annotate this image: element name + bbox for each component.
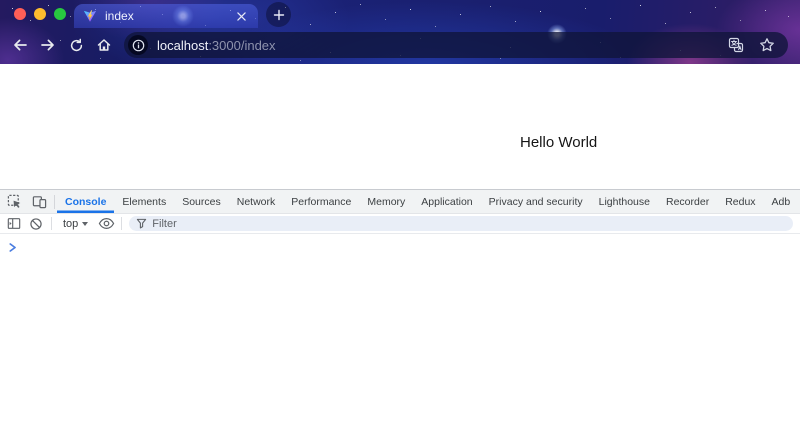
devtools-tabbar: Console Elements Sources Network Perform… [0, 190, 800, 214]
context-label: top [63, 218, 78, 230]
url-text: localhost:3000/index [157, 38, 276, 53]
url-host: localhost [157, 38, 208, 53]
devtools-tab-lighthouse[interactable]: Lighthouse [591, 190, 658, 213]
new-tab-button[interactable] [266, 2, 291, 27]
devtools-tab-redux[interactable]: Redux [717, 190, 763, 213]
devtools-tab-sources[interactable]: Sources [174, 190, 229, 213]
divider [54, 195, 55, 209]
address-bar[interactable]: localhost:3000/index [124, 32, 788, 58]
close-window-button[interactable] [14, 8, 26, 20]
console-sidebar-icon[interactable] [3, 215, 25, 233]
live-expression-eye-icon[interactable] [95, 215, 117, 233]
home-icon[interactable] [90, 31, 118, 59]
console-toolbar: top [0, 214, 800, 234]
tab-title: index [105, 9, 233, 23]
page-heading: Hello World [520, 134, 597, 151]
favicon-vite-icon [83, 9, 97, 23]
reload-icon[interactable] [62, 31, 90, 59]
devtools-tab-adblock[interactable]: Adb [764, 190, 799, 213]
console-output[interactable] [0, 234, 800, 421]
close-tab-icon[interactable] [233, 8, 249, 24]
bookmark-star-icon[interactable] [758, 36, 776, 54]
back-icon[interactable] [6, 31, 34, 59]
filter-funnel-icon [136, 218, 147, 229]
devtools-tab-memory[interactable]: Memory [359, 190, 413, 213]
site-info-icon[interactable] [128, 35, 148, 55]
inspect-element-icon[interactable] [2, 190, 27, 213]
divider [51, 217, 52, 230]
page-viewport: Hello World [0, 64, 800, 189]
browser-toolbar: localhost:3000/index [0, 28, 800, 64]
browser-window: index [0, 0, 800, 421]
devtools-tabs: Console Elements Sources Network Perform… [57, 190, 798, 213]
tab-strip: index [0, 0, 800, 28]
url-path: :3000/index [208, 38, 275, 53]
console-prompt-icon [9, 239, 17, 257]
translate-icon[interactable] [727, 36, 745, 54]
devtools-tab-elements[interactable]: Elements [114, 190, 174, 213]
console-filter-field[interactable] [129, 216, 793, 231]
devtools-tab-console[interactable]: Console [57, 190, 114, 213]
toggle-device-toolbar-icon[interactable] [27, 190, 52, 213]
devtools-tab-recorder[interactable]: Recorder [658, 190, 717, 213]
javascript-context-selector[interactable]: top [56, 218, 95, 230]
divider [121, 217, 122, 230]
zoom-window-button[interactable] [54, 8, 66, 20]
chevron-down-icon [82, 222, 88, 226]
devtools-tab-performance[interactable]: Performance [283, 190, 359, 213]
forward-icon[interactable] [34, 31, 62, 59]
devtools-panel: Console Elements Sources Network Perform… [0, 189, 800, 421]
clear-console-icon[interactable] [25, 215, 47, 233]
devtools-tab-privacy-and-security[interactable]: Privacy and security [481, 190, 591, 213]
devtools-tab-application[interactable]: Application [413, 190, 480, 213]
minimize-window-button[interactable] [34, 8, 46, 20]
browser-chrome: index [0, 0, 800, 64]
browser-tab[interactable]: index [74, 4, 258, 28]
filter-input[interactable] [152, 218, 786, 230]
devtools-tab-network[interactable]: Network [229, 190, 284, 213]
window-controls [14, 8, 66, 20]
